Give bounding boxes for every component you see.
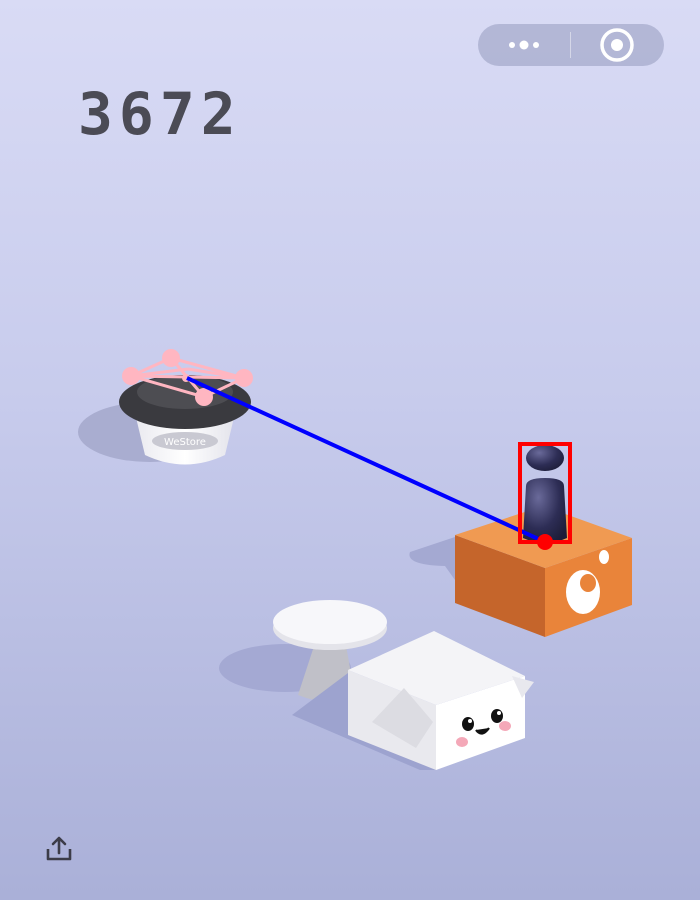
jump-trajectory-line <box>186 376 546 544</box>
score-counter: 3672 <box>78 80 242 148</box>
close-button[interactable] <box>571 24 663 66</box>
face-left-eye-shine <box>468 719 472 723</box>
piece-head <box>526 445 564 471</box>
face-right-eye <box>491 709 503 723</box>
orange-box-eye-pupil <box>580 574 596 592</box>
player-piece <box>523 445 567 543</box>
share-button[interactable] <box>44 834 74 864</box>
face-left-eye <box>462 717 474 731</box>
keypoint-dot <box>122 367 140 385</box>
face-left-cheek <box>456 737 468 747</box>
orange-box-eye-dot <box>599 550 609 564</box>
cup-logo-text: WeStore <box>164 437 206 448</box>
face-right-cheek <box>499 721 511 731</box>
miniprogram-capsule <box>478 24 664 66</box>
keypoint-dot <box>235 369 253 387</box>
more-dots-icon <box>509 40 539 50</box>
face-right-eye-shine <box>497 711 501 715</box>
more-button[interactable] <box>478 24 570 66</box>
keypoint-dot <box>162 349 180 367</box>
table-top <box>273 600 387 644</box>
share-upload-icon <box>46 836 72 861</box>
player-foot-marker <box>537 534 553 550</box>
target-close-icon <box>600 28 634 62</box>
